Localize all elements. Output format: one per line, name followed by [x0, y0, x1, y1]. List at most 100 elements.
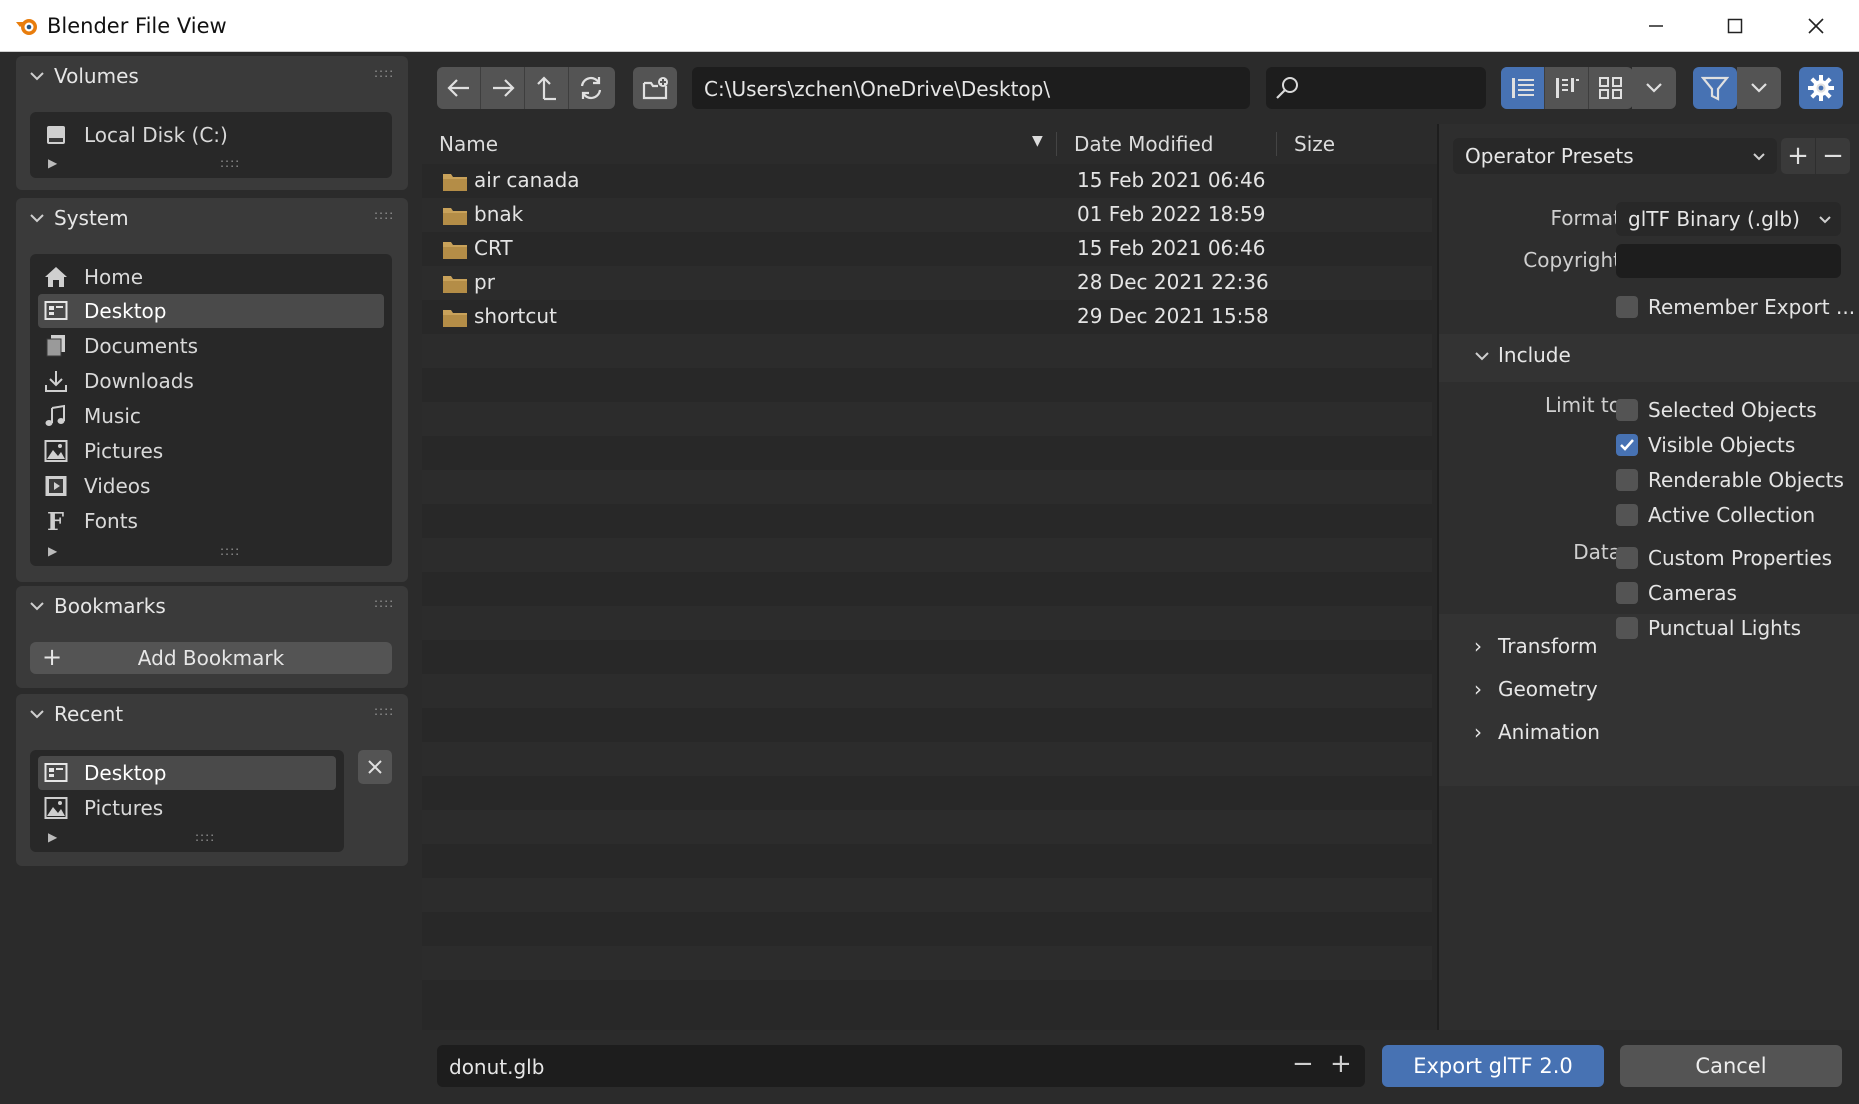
empty-row	[422, 504, 1432, 538]
volumes-header[interactable]: Volumes	[54, 64, 139, 88]
add-preset-button[interactable]: +	[1781, 138, 1815, 174]
sidebar-item-home[interactable]: Home	[38, 260, 384, 294]
forward-button[interactable]	[481, 67, 525, 109]
section-animation[interactable]: › Animation	[1474, 720, 1600, 744]
expand-arrow-icon[interactable]: ▶	[48, 156, 57, 170]
format-dropdown[interactable]: glTF Binary (.glb)	[1616, 202, 1841, 236]
sidebar-item-desktop[interactable]: Desktop	[38, 294, 384, 328]
bookmarks-header[interactable]: Bookmarks	[54, 594, 166, 618]
thumbnails-button[interactable]	[1589, 67, 1633, 109]
decrement-filename-button[interactable]: −	[1292, 1049, 1314, 1079]
close-button[interactable]	[1786, 8, 1846, 44]
filename-input[interactable]: donut.glb − +	[437, 1045, 1365, 1087]
new-folder-button[interactable]	[633, 67, 677, 109]
recent-item-pictures[interactable]: Pictures	[38, 791, 336, 825]
file-date: 28 Dec 2021 22:36	[1077, 270, 1269, 294]
section-transform[interactable]: › Transform	[1474, 634, 1597, 658]
filter-icon	[1701, 76, 1729, 101]
section-label: Geometry	[1498, 677, 1598, 701]
drag-handle-icon[interactable]: ::::	[374, 704, 394, 718]
sidebar-item-documents[interactable]: Documents	[38, 329, 384, 363]
folder-icon	[443, 276, 467, 293]
checkbox-active-collection[interactable]: Active Collection	[1616, 500, 1815, 530]
filter-dropdown[interactable]	[1737, 67, 1781, 109]
checkbox-renderable-objects[interactable]: Renderable Objects	[1616, 465, 1844, 495]
cancel-button[interactable]: Cancel	[1620, 1045, 1842, 1087]
file-row[interactable]: air canada 15 Feb 2021 06:46	[422, 164, 1432, 198]
display-dropdown[interactable]	[1632, 67, 1676, 109]
clear-recent-button[interactable]	[358, 750, 392, 784]
column-header-size[interactable]: Size	[1294, 132, 1335, 156]
chevron-down-icon[interactable]	[29, 600, 45, 612]
chevron-down-icon[interactable]	[29, 708, 45, 720]
sidebar-item-pictures[interactable]: Pictures	[38, 434, 384, 468]
vertical-list-button[interactable]	[1501, 67, 1545, 109]
drag-handle-icon[interactable]: ::::	[374, 596, 394, 610]
checkbox-visible-objects[interactable]: Visible Objects	[1616, 430, 1795, 460]
chevron-down-icon	[1753, 153, 1765, 161]
chevron-down-icon[interactable]	[29, 212, 45, 224]
horizontal-list-button[interactable]	[1545, 67, 1589, 109]
file-row[interactable]: CRT 15 Feb 2021 06:46	[422, 232, 1432, 266]
settings-toggle-button[interactable]	[1799, 67, 1843, 109]
minimize-button[interactable]	[1626, 8, 1686, 44]
system-panel: System :::: Home Desktop Documents Downl…	[16, 198, 408, 582]
file-row[interactable]: bnak 01 Feb 2022 18:59	[422, 198, 1432, 232]
sort-descending-icon[interactable]: ▼	[1032, 133, 1043, 149]
expand-arrow-icon[interactable]: ▶	[48, 830, 57, 844]
sidebar-item-videos[interactable]: Videos	[38, 469, 384, 503]
checkbox-selected-objects[interactable]: Selected Objects	[1616, 395, 1817, 425]
directory-path-field[interactable]: C:\Users\zchen\OneDrive\Desktop\	[692, 67, 1250, 109]
file-row[interactable]: pr 28 Dec 2021 22:36	[422, 266, 1432, 300]
copyright-input[interactable]	[1616, 244, 1841, 278]
search-icon	[1276, 77, 1298, 99]
sidebar-item-downloads[interactable]: Downloads	[38, 364, 384, 398]
remember-export-checkbox[interactable]: Remember Export ...	[1616, 292, 1855, 322]
section-geometry[interactable]: › Geometry	[1474, 677, 1598, 701]
increment-filename-button[interactable]: +	[1330, 1049, 1352, 1079]
expand-arrow-icon[interactable]: ▶	[48, 544, 57, 558]
checkmark-icon	[1616, 434, 1638, 456]
operator-presets-label: Operator Presets	[1465, 144, 1634, 168]
drag-handle-icon[interactable]: ::::	[374, 208, 394, 222]
maximize-button[interactable]	[1705, 8, 1765, 44]
export-button[interactable]: Export glTF 2.0	[1382, 1045, 1604, 1087]
checkbox-punctual-lights[interactable]: Punctual Lights	[1616, 613, 1801, 643]
include-header[interactable]: Include	[1498, 343, 1571, 367]
recent-header[interactable]: Recent	[54, 702, 123, 726]
refresh-button[interactable]	[569, 67, 613, 109]
sidebar-item-local-disk[interactable]: Local Disk (C:)	[30, 118, 392, 152]
parent-directory-button[interactable]	[525, 67, 569, 109]
resize-grip-icon[interactable]: ::::	[220, 156, 240, 170]
column-header-name[interactable]: Name	[439, 132, 498, 156]
chevron-right-icon: ›	[1474, 677, 1482, 701]
add-bookmark-button[interactable]: + Add Bookmark	[30, 642, 392, 674]
file-row[interactable]: shortcut 29 Dec 2021 15:58	[422, 300, 1432, 334]
column-header-date[interactable]: Date Modified	[1074, 132, 1214, 156]
chevron-down-icon[interactable]	[29, 70, 45, 82]
remove-preset-button[interactable]: −	[1816, 138, 1850, 174]
pictures-icon	[42, 437, 70, 465]
empty-row	[422, 470, 1432, 504]
file-name: bnak	[474, 202, 524, 226]
checkbox-label: Cameras	[1648, 581, 1737, 605]
sidebar-item-fonts[interactable]: F Fonts	[38, 504, 384, 538]
format-label: Format	[1550, 206, 1621, 230]
operator-presets-dropdown[interactable]: Operator Presets	[1453, 138, 1777, 174]
resize-grip-icon[interactable]: ::::	[195, 830, 215, 844]
recent-item-desktop[interactable]: Desktop	[38, 756, 336, 790]
cancel-button-label: Cancel	[1695, 1054, 1767, 1078]
resize-grip-icon[interactable]: ::::	[220, 544, 240, 558]
search-input[interactable]	[1266, 67, 1486, 109]
checkbox-custom-properties[interactable]: Custom Properties	[1616, 543, 1832, 573]
disk-icon	[42, 121, 70, 149]
chevron-down-icon[interactable]	[1474, 350, 1490, 362]
drag-handle-icon[interactable]: ::::	[374, 66, 394, 80]
back-button[interactable]	[437, 67, 481, 109]
sidebar-item-music[interactable]: Music	[38, 399, 384, 433]
filter-toggle-button[interactable]	[1693, 67, 1737, 109]
system-header[interactable]: System	[54, 206, 129, 230]
checkbox-cameras[interactable]: Cameras	[1616, 578, 1737, 608]
empty-row	[422, 776, 1432, 810]
limit-to-label: Limit to	[1544, 393, 1621, 417]
